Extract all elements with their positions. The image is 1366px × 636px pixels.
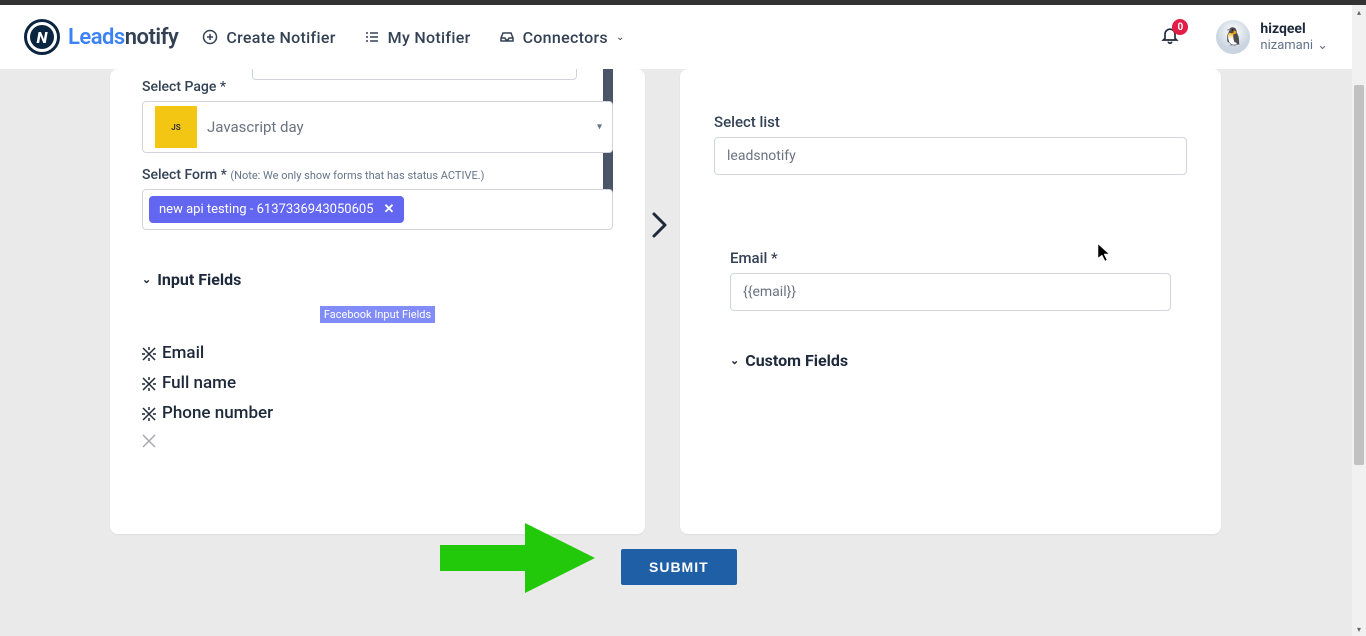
move-icon [142,406,156,420]
chevron-down-icon: ⌄ [616,32,625,43]
input-fields-toggle[interactable]: ⌄ Input Fields [142,270,613,289]
page-thumbnail: JS [155,106,197,148]
move-icon [142,376,156,390]
move-icon [142,346,156,360]
custom-fields-toggle[interactable]: ⌄ Custom Fields [730,351,1171,370]
notification-badge: 0 [1172,19,1188,35]
scroll-up-icon[interactable]: ▴ [1352,5,1366,19]
logo-text: Leadsnotify [68,25,178,50]
section-title: Custom Fields [745,351,848,370]
attention-arrow-icon [440,523,595,593]
input-field-item[interactable]: Email [142,343,613,363]
fields-badge: Facebook Input Fields [320,306,435,323]
field-label: Phone number [162,403,273,423]
field-label: Full name [162,373,236,393]
source-panel: Select Page * JS Javascript day ▾ Select… [110,69,645,534]
scroll-down-icon[interactable]: ▾ [1352,622,1366,636]
select-page-dropdown[interactable]: JS Javascript day ▾ [142,101,613,153]
caret-down-icon: ▾ [597,122,602,133]
brand-logo[interactable]: N Leadsnotify [24,19,178,55]
user-menu[interactable]: 🐧 hizqeel nizamani ⌄ [1216,20,1328,54]
select-list-input[interactable]: leadsnotify [714,137,1187,175]
select-form-dropdown[interactable]: new api testing - 6137336943050605 ✕ [142,189,613,230]
input-field-item[interactable]: Phone number [142,403,613,423]
user-name: hizqeel [1260,21,1328,38]
plus-circle-icon [202,29,218,45]
section-title: Input Fields [157,270,241,289]
form-chip: new api testing - 6137336943050605 ✕ [149,196,404,223]
nav-label: My Notifier [388,28,471,47]
page-scrollbar[interactable]: ▴ ▾ [1352,5,1366,636]
nav-label: Create Notifier [226,28,335,47]
input-field-item[interactable] [142,433,613,447]
notifications-button[interactable]: 0 [1160,25,1180,49]
nav-connectors[interactable]: Connectors ⌄ [499,28,625,47]
main-nav: Create Notifier My Notifier Connectors ⌄ [202,28,624,47]
chevron-down-icon: ⌄ [142,273,151,286]
list-icon [364,29,380,45]
avatar: 🐧 [1216,20,1250,54]
select-form-label: Select Form * (Note: We only show forms … [142,167,613,183]
select-list-label: Select list [714,113,1187,131]
logo-mark: N [24,19,60,55]
select-page-value: Javascript day [207,118,304,136]
chevron-down-icon: ⌄ [730,354,739,367]
move-icon [142,433,156,447]
chevron-right-icon [650,210,670,247]
inbox-icon [499,29,515,45]
chevron-down-icon: ⌄ [1317,38,1328,54]
nav-create-notifier[interactable]: Create Notifier [202,28,335,47]
nav-label: Connectors [523,28,608,47]
select-page-label: Select Page * [142,79,613,95]
form-chip-label: new api testing - 6137336943050605 [159,202,374,217]
email-input[interactable]: {{email}} [730,273,1171,311]
scrollbar-thumb[interactable] [1354,85,1364,465]
field-label: Email [162,343,204,363]
chip-remove-icon[interactable]: ✕ [384,202,395,217]
nav-my-notifier[interactable]: My Notifier [364,28,471,47]
user-subtext: nizamani ⌄ [1260,38,1328,54]
email-field-label: Email * [730,249,1171,267]
select-box-partial[interactable] [252,69,577,80]
app-header: N Leadsnotify Create Notifier My Notifie… [0,5,1352,69]
submit-button[interactable]: SUBMIT [621,549,737,585]
destination-panel: Select list leadsnotify Email * {{email}… [680,69,1221,534]
input-field-item[interactable]: Full name [142,373,613,393]
